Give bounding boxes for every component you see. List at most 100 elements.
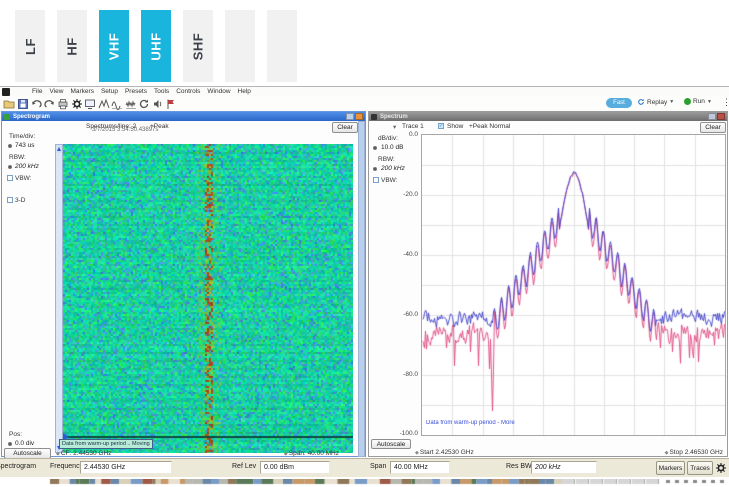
trace-select-dropdown-icon[interactable]: ▾ — [393, 123, 396, 131]
spectrogram-tooltip: Data from warm-up period .. Moving — [59, 439, 153, 449]
traces-button[interactable]: Traces — [687, 461, 713, 475]
band-button-hf[interactable]: HF — [57, 10, 87, 82]
span-readout[interactable]: ◆Span: 40.00 MHz — [242, 450, 339, 457]
noise-trace-icon[interactable] — [125, 97, 137, 109]
band-button-vhf[interactable]: VHF — [99, 10, 129, 82]
menu-item-controls[interactable]: Controls — [176, 88, 200, 95]
rbw-radio[interactable] — [373, 167, 377, 171]
spectrum-plot-frame — [421, 134, 726, 436]
chevron-down-icon: ▼ — [669, 99, 674, 105]
band-button-label: SHF — [191, 32, 206, 60]
cropped-taskbar-strip — [0, 479, 729, 485]
plot-annotation[interactable]: Data from warm-up period - More — [426, 420, 515, 426]
display-icon[interactable] — [84, 97, 96, 109]
run-button[interactable]: Run ▼ — [684, 98, 712, 105]
close-button[interactable] — [355, 113, 363, 120]
res-bw-field[interactable]: 200 kHz — [531, 461, 597, 474]
spectrogram-history-scrollbar[interactable] — [358, 121, 365, 457]
vbw-checkbox[interactable] — [7, 175, 13, 181]
start-readout[interactable]: ◆Start 2.42530 GHz — [415, 449, 474, 456]
band-button-empty-2[interactable] — [267, 10, 297, 82]
pos-radio[interactable] — [8, 442, 12, 446]
frequency-field[interactable]: 2.44530 GHz — [80, 461, 172, 474]
cf-value: 2.44530 GHz — [73, 450, 111, 457]
scroll-up-icon[interactable] — [56, 145, 62, 153]
menu-item-presets[interactable]: Presets — [125, 88, 147, 95]
show-label: Show — [447, 123, 463, 130]
band-button-label: VHF — [107, 32, 122, 60]
threed-label: 3-D — [15, 197, 25, 204]
cf-readout[interactable]: ◆CF: 2.44530 GHz — [56, 450, 111, 457]
marker-flag-icon[interactable] — [165, 97, 177, 109]
band-button-label: LF — [22, 38, 37, 55]
spectrogram-window: Spectrogram Spectrums/line: 2 +Peak Clea… — [1, 111, 366, 457]
undo-icon[interactable] — [30, 97, 42, 109]
show-checkbox[interactable]: ✓ — [438, 123, 444, 129]
diamond-icon: ◆ — [665, 450, 669, 456]
redo-icon[interactable] — [44, 97, 56, 109]
kebab-menu-icon[interactable]: ⋮ — [722, 97, 729, 108]
band-button-label: HF — [65, 37, 80, 55]
app-icon — [2, 88, 10, 96]
trace-mode-label: +Peak Normal — [469, 123, 510, 130]
replay-button[interactable]: Replay ▼ — [637, 98, 674, 106]
replay-cycle-icon[interactable] — [138, 97, 150, 109]
spectrogram-window-icon — [4, 114, 10, 120]
settings-gear-icon[interactable] — [71, 97, 83, 109]
menu-item-window[interactable]: Window — [207, 88, 230, 95]
menu-item-view[interactable]: View — [49, 88, 63, 95]
span-field[interactable]: 40.00 MHz — [390, 461, 450, 474]
save-icon[interactable] — [17, 97, 29, 109]
menu-item-file[interactable]: File — [32, 88, 42, 95]
clear-button[interactable]: Clear — [700, 122, 726, 133]
stop-readout[interactable]: ◆Stop 2.46530 GHz — [639, 449, 723, 456]
autoscale-button[interactable]: Autoscale — [371, 439, 411, 449]
menu-item-markers[interactable]: Markers — [70, 88, 93, 95]
menu-item-tools[interactable]: Tools — [154, 88, 169, 95]
spectrum-trace-plot[interactable] — [422, 135, 725, 435]
chevron-down-icon: ▼ — [707, 99, 712, 105]
audio-speaker-icon[interactable] — [152, 97, 164, 109]
spectrogram-waterfall-plot[interactable] — [63, 144, 353, 453]
amplitude-trace-icon[interactable] — [111, 97, 123, 109]
spectrogram-titlebar[interactable]: Spectrogram — [2, 112, 365, 121]
print-icon[interactable] — [57, 97, 69, 109]
time-div-value[interactable]: 743 us — [15, 142, 35, 149]
db-div-value[interactable]: 10.0 dB — [381, 144, 403, 151]
band-button-empty-1[interactable] — [225, 10, 255, 82]
rbw-radio[interactable] — [8, 165, 12, 169]
fast-acquisition-badge[interactable]: Fast — [606, 98, 632, 108]
threed-checkbox[interactable] — [7, 197, 13, 203]
screen: LF HF VHF UHF SHF File View Markers Setu… — [0, 0, 729, 487]
vbw-checkbox[interactable] — [373, 177, 379, 183]
settings-gear-icon[interactable] — [715, 461, 728, 474]
markers-button[interactable]: Markers — [656, 461, 685, 475]
run-label: Run — [693, 98, 705, 105]
stop-value: 2.46530 GHz — [685, 449, 723, 456]
db-div-radio[interactable] — [373, 146, 377, 150]
time-div-radio[interactable] — [8, 144, 12, 148]
menu-item-help[interactable]: Help — [238, 88, 251, 95]
spectrum-peak-icon[interactable] — [98, 97, 110, 109]
close-button[interactable] — [717, 113, 725, 120]
rbw-value[interactable]: 200 kHz — [15, 163, 39, 170]
trace-select-label[interactable]: Trace 1 — [402, 123, 424, 130]
band-button-lf[interactable]: LF — [15, 10, 45, 82]
open-folder-icon[interactable] — [3, 97, 15, 109]
ref-lev-field[interactable]: 0.00 dBm — [260, 461, 330, 474]
toolbar: Fast Replay ▼ Run ▼ ⋮ — [0, 96, 729, 111]
spectrogram-scrollbar[interactable] — [55, 144, 63, 453]
band-button-shf[interactable]: SHF — [183, 10, 213, 82]
rbw-value[interactable]: 200 kHz — [381, 165, 405, 172]
minimize-button[interactable] — [708, 113, 716, 120]
replay-label: Replay — [647, 99, 667, 106]
pos-value[interactable]: 0.0 div — [15, 440, 34, 447]
vbw-label: VBW: — [15, 175, 32, 182]
minimize-button[interactable] — [346, 113, 354, 120]
band-button-uhf[interactable]: UHF — [141, 10, 171, 82]
status-bar: Spectrogram Frequency 2.44530 GHz Ref Le… — [0, 458, 729, 477]
clear-button[interactable]: Clear — [332, 122, 358, 133]
menu-item-setup[interactable]: Setup — [101, 88, 118, 95]
spectrum-titlebar[interactable]: Spectrum — [369, 112, 727, 121]
vbw-label: VBW: — [381, 177, 398, 184]
